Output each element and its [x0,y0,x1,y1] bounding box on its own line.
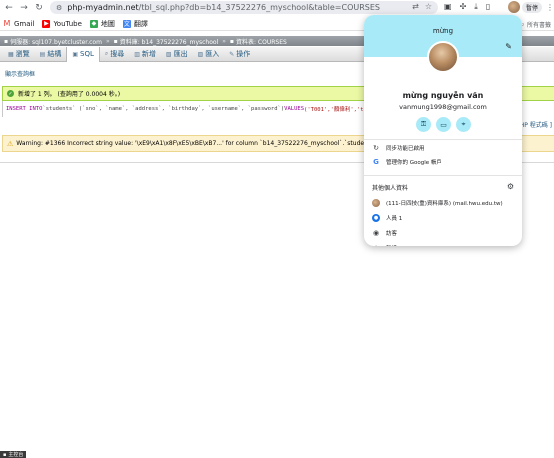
profile-status-label: 暫停 [522,1,543,13]
avatar [508,1,520,13]
sql-keyword: INSERT INTO [6,106,43,112]
insert-icon: ▥ [134,50,140,58]
tab-structure[interactable]: ▤ 結構 [35,47,67,62]
account-popup: mừng ✎ mừng nguyễn văn vanmung1998@gmail… [364,15,522,246]
bookmark-translate[interactable]: 文 翻譯 [122,19,148,29]
address-bar[interactable]: ⚙ php-myadmin.net /tbl_sql.php?db=b14_37… [50,1,438,14]
divider [364,175,522,176]
url-host: php-myadmin.net [67,3,139,12]
tab-import[interactable]: ▨ 匯入 [193,47,225,62]
success-text: 新增了 1 列。 (查詢用了 0.0004 秒。) [18,91,121,98]
menu-icon[interactable]: ⋮ [546,3,554,12]
avatar [372,199,380,207]
table-icon: ▪ [229,37,234,45]
console-tab[interactable]: ▪ 主控台 [0,451,27,458]
google-icon: G [373,158,379,166]
sql-icon: ▣ [72,50,79,58]
sync-status[interactable]: ↻ 同步功能已啟用 [372,144,424,152]
password-icon[interactable]: ⚿ [416,117,431,132]
gear-icon[interactable]: ⚙ [507,182,514,191]
breadcrumb-table[interactable]: 資料表: COURSES [236,37,287,46]
payment-icon[interactable]: ▭ [436,117,451,132]
server-icon: ▪ [4,37,9,45]
breadcrumb-server[interactable]: 伺服器: sql107.byetcluster.com [10,37,102,46]
profile-item-school[interactable]: (111-日四技(重)資料庫系) (mail.hwu.edu.tw) [372,199,503,207]
tab-search[interactable]: ⌕ 搜尋 [100,47,129,62]
tab-export[interactable]: ▧ 匯出 [161,47,193,62]
check-icon: ✓ [7,90,14,97]
sidepanel-icon[interactable]: ▯ [486,2,490,12]
youtube-icon: ▶ [42,19,51,28]
manage-google-account[interactable]: G 管理你的 Google 帳戶 [372,158,442,166]
browse-icon: ▦ [8,50,14,58]
import-icon: ▨ [197,50,204,58]
profile-item-guest[interactable]: ◉ 訪客 [372,229,397,237]
reload-icon[interactable]: ↻ [33,2,45,14]
site-info-icon[interactable]: ⚙ [56,4,62,12]
account-email: vanmung1998@gmail.com [399,103,487,111]
browser-toolbar: ← → ↻ ⚙ php-myadmin.net /tbl_sql.php?db=… [0,0,554,16]
back-icon[interactable]: ← [3,2,15,14]
edit-pencil-icon[interactable]: ✎ [505,42,512,51]
tab-browse[interactable]: ▦ 瀏覽 [3,47,35,62]
bookmark-maps[interactable]: ◆ 地圖 [89,19,115,29]
profile-avatar [427,41,459,73]
extension-icon[interactable]: ▣ [444,2,452,12]
show-query-link[interactable]: 顯示查詢框 [5,69,35,78]
divider [364,139,522,140]
sync-icon: ↻ [373,144,379,152]
sql-keyword: VALUES [284,106,305,112]
plus-icon: + [372,244,380,246]
search-icon: ⌕ [104,50,109,57]
tab-sql[interactable]: ▣ SQL [66,46,100,62]
tab-insert[interactable]: ▥ 新增 [129,47,161,62]
person-icon: ● [372,214,380,222]
chevron-right-icon: » [105,37,110,45]
other-profiles-title: 其他個人資料 [372,185,409,192]
popup-title: mừng [432,27,454,35]
export-icon: ▧ [165,50,172,58]
profile-button[interactable]: 暫停 ⋮ [508,1,554,13]
gmail-icon: M [3,19,11,28]
profile-item-person1[interactable]: ● 人員 1 [372,214,402,222]
chevron-right-icon: » [222,37,226,45]
quick-actions: ⚿ ▭ ⌖ [416,117,471,132]
all-bookmarks[interactable]: ▭ 所有書籤 [518,20,551,29]
maps-icon: ◆ [89,19,98,28]
guest-icon: ◉ [372,229,380,237]
sql-table: `students` (`sno`, `name`, `address`, `b… [42,106,285,112]
address-icon[interactable]: ⌖ [456,117,471,132]
url-path: /tbl_sql.php?db=b14_37522276_myschool&ta… [138,3,381,12]
bookmark-star-icon[interactable]: ☆ [425,2,432,11]
tab-operations[interactable]: ✎ 操作 [224,47,255,62]
puzzle-icon[interactable]: ✣ [460,2,467,12]
bookmark-youtube[interactable]: ▶ YouTube [42,19,82,28]
download-icon[interactable]: ⤓ [474,2,478,12]
breadcrumb-database[interactable]: 資料庫: b14_37522276_myschool [120,37,219,46]
console-icon: ▪ [3,451,7,458]
add-profile[interactable]: + 新增 [372,244,397,246]
forward-icon[interactable]: → [18,2,30,14]
account-name: mừng nguyễn văn [402,91,484,100]
database-icon: ▪ [113,37,118,45]
warning-icon: ⚠ [7,139,14,148]
structure-icon: ▤ [39,50,46,58]
translate-icon[interactable]: ⇄ [412,2,419,11]
translate-icon: 文 [122,19,131,28]
bookmark-gmail[interactable]: M Gmail [3,19,35,28]
wrench-icon: ✎ [229,50,235,58]
